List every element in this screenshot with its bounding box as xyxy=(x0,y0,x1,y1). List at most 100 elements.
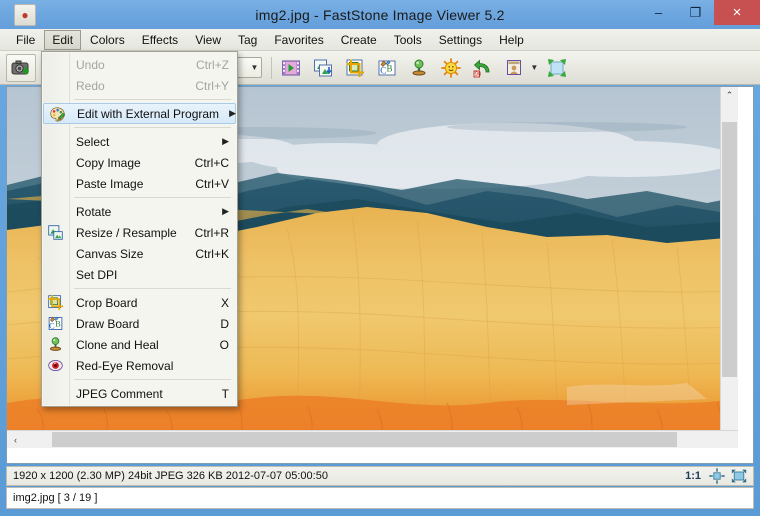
faststone-image-viewer-window: ● img2.jpg - FastStone Image Viewer 5.2 … xyxy=(0,0,760,516)
menu-item-crop-board[interactable]: Crop Board X xyxy=(42,292,237,313)
menu-item-label: Rotate xyxy=(76,204,112,219)
crop-board-icon xyxy=(346,59,365,77)
menu-item-accelerator: Ctrl+C xyxy=(194,155,229,170)
actual-size-icon[interactable] xyxy=(731,468,747,484)
chevron-down-icon: ▼ xyxy=(250,63,259,72)
menubar-item-colors[interactable]: Colors xyxy=(82,30,133,50)
draw-board-button[interactable]: C B xyxy=(372,54,402,82)
menu-item-accelerator: O xyxy=(219,337,229,352)
menu-item-accelerator: Ctrl+R xyxy=(194,225,229,240)
undo-icon: 90 xyxy=(473,59,490,78)
svg-text:90: 90 xyxy=(475,72,482,78)
menubar-item-favorites[interactable]: Favorites xyxy=(266,30,331,50)
menubar-item-create[interactable]: Create xyxy=(333,30,385,50)
menubar-item-effects[interactable]: Effects xyxy=(134,30,186,50)
menu-item-jpeg-comment[interactable]: JPEG Comment T xyxy=(42,383,237,404)
clone-stamp-button[interactable] xyxy=(404,54,434,82)
clone-stamp-icon xyxy=(49,337,62,351)
menu-separator xyxy=(74,127,231,128)
compare-images-icon xyxy=(314,59,333,76)
menu-item-label: Resize / Resample xyxy=(76,225,177,240)
menu-item-copy-image[interactable]: Copy Image Ctrl+C xyxy=(42,152,237,173)
menu-item-select[interactable]: Select ▶ xyxy=(42,131,237,152)
fullscreen-button[interactable] xyxy=(542,54,572,82)
zoom-ratio-label[interactable]: 1:1 xyxy=(685,470,701,482)
menu-item-accelerator: Ctrl+Z xyxy=(196,57,229,72)
menu-item-edit-with-external-program[interactable]: Edit with External Program ▶ xyxy=(43,103,236,124)
menu-item-set-dpi[interactable]: Set DPI xyxy=(42,264,237,285)
menu-item-clone-and-heal[interactable]: Clone and Heal O xyxy=(42,334,237,355)
red-eye-icon xyxy=(48,359,63,372)
menu-item-label: JPEG Comment xyxy=(76,386,163,401)
crop-board-icon xyxy=(47,294,64,311)
undo-button[interactable]: 90 xyxy=(468,54,498,82)
fullscreen-icon xyxy=(548,58,567,77)
adjust-lighting-button[interactable] xyxy=(436,54,466,82)
menubar-item-help[interactable]: Help xyxy=(491,30,532,50)
menubar-item-edit[interactable]: Edit xyxy=(44,29,82,50)
menu-item-label: Crop Board xyxy=(76,295,138,310)
menu-item-canvas-size[interactable]: Canvas Size Ctrl+K xyxy=(42,243,237,264)
toolbar-separator xyxy=(271,56,273,79)
menu-item-paste-image[interactable]: Paste Image Ctrl+V xyxy=(42,173,237,194)
menu-separator xyxy=(74,379,231,380)
status-bar-info: 1920 x 1200 (2.30 MP) 24bit JPEG 326 KB … xyxy=(6,466,754,486)
status-bar-tools: 1:1 xyxy=(685,468,753,484)
resize-image-icon xyxy=(48,225,63,240)
scrollbar-corner xyxy=(721,431,738,448)
screen-capture-button[interactable] xyxy=(6,53,36,82)
menu-item-redo[interactable]: Redo Ctrl+Y xyxy=(42,75,237,96)
menubar-item-file[interactable]: File xyxy=(8,30,43,50)
menu-item-undo[interactable]: Undo Ctrl+Z xyxy=(42,54,237,75)
close-button[interactable]: × xyxy=(714,0,760,25)
palette-brush-icon xyxy=(50,107,66,122)
edit-dropdown-menu: Undo Ctrl+Z Redo Ctrl+Y Edit with Extern… xyxy=(41,51,238,407)
horizontal-scrollbar[interactable]: ‹ › xyxy=(7,430,738,448)
menu-item-label: Set DPI xyxy=(76,267,118,282)
menu-item-label: Canvas Size xyxy=(76,246,144,261)
menubar-item-view[interactable]: View xyxy=(187,30,229,50)
menu-item-red-eye-removal[interactable]: Red-Eye Removal xyxy=(42,355,237,376)
vertical-scroll-thumb[interactable] xyxy=(722,122,737,377)
screen-capture-icon xyxy=(11,60,30,75)
draw-board-icon: C B xyxy=(48,316,63,331)
menu-item-label: Redo xyxy=(76,78,105,93)
horizontal-scroll-thumb[interactable] xyxy=(52,432,677,447)
submenu-arrow-icon: ▶ xyxy=(229,108,236,118)
thumbnail-view-icon xyxy=(507,59,522,75)
fit-to-window-icon[interactable] xyxy=(709,468,725,484)
menubar-item-settings[interactable]: Settings xyxy=(431,30,490,50)
menu-item-accelerator: Ctrl+K xyxy=(195,246,229,261)
adjust-lighting-icon xyxy=(441,57,462,78)
scroll-left-button[interactable]: ‹ xyxy=(7,431,24,448)
thumbnail-view-button[interactable] xyxy=(500,54,530,82)
menu-item-label: Clone and Heal xyxy=(76,337,159,352)
menu-item-label: Red-Eye Removal xyxy=(76,358,174,373)
clone-stamp-icon xyxy=(412,59,426,75)
chevron-down-icon[interactable]: ▼ xyxy=(530,63,538,72)
svg-text:C: C xyxy=(381,65,387,75)
vertical-scrollbar[interactable]: ⌃ ⌄ xyxy=(720,87,738,448)
submenu-arrow-icon: ▶ xyxy=(222,136,229,146)
crop-board-button[interactable] xyxy=(340,54,370,82)
draw-board-icon: C B xyxy=(378,60,396,75)
slideshow-button[interactable] xyxy=(276,54,306,82)
menu-item-draw-board[interactable]: C B Draw Board D xyxy=(42,313,237,334)
menu-item-label: Undo xyxy=(76,57,105,72)
minimize-button[interactable]: – xyxy=(640,0,677,25)
scroll-up-button[interactable]: ⌃ xyxy=(721,87,738,104)
menubar: File Edit Colors Effects View Tag Favori… xyxy=(0,29,760,51)
menubar-item-tools[interactable]: Tools xyxy=(386,30,430,50)
menu-item-label: Select xyxy=(76,134,110,149)
menu-item-label: Draw Board xyxy=(76,316,140,331)
menu-item-accelerator: X xyxy=(220,295,229,310)
menu-item-label: Paste Image xyxy=(76,176,144,191)
maximize-button[interactable]: ❐ xyxy=(677,0,714,25)
menubar-item-tag[interactable]: Tag xyxy=(230,30,265,50)
menu-item-resize-resample[interactable]: Resize / Resample Ctrl+R xyxy=(42,222,237,243)
window-controls: – ❐ × xyxy=(640,0,760,29)
menu-item-accelerator: T xyxy=(221,386,229,401)
compare-images-button[interactable] xyxy=(308,54,338,82)
menu-item-rotate[interactable]: Rotate ▶ xyxy=(42,201,237,222)
menu-separator xyxy=(74,197,231,198)
